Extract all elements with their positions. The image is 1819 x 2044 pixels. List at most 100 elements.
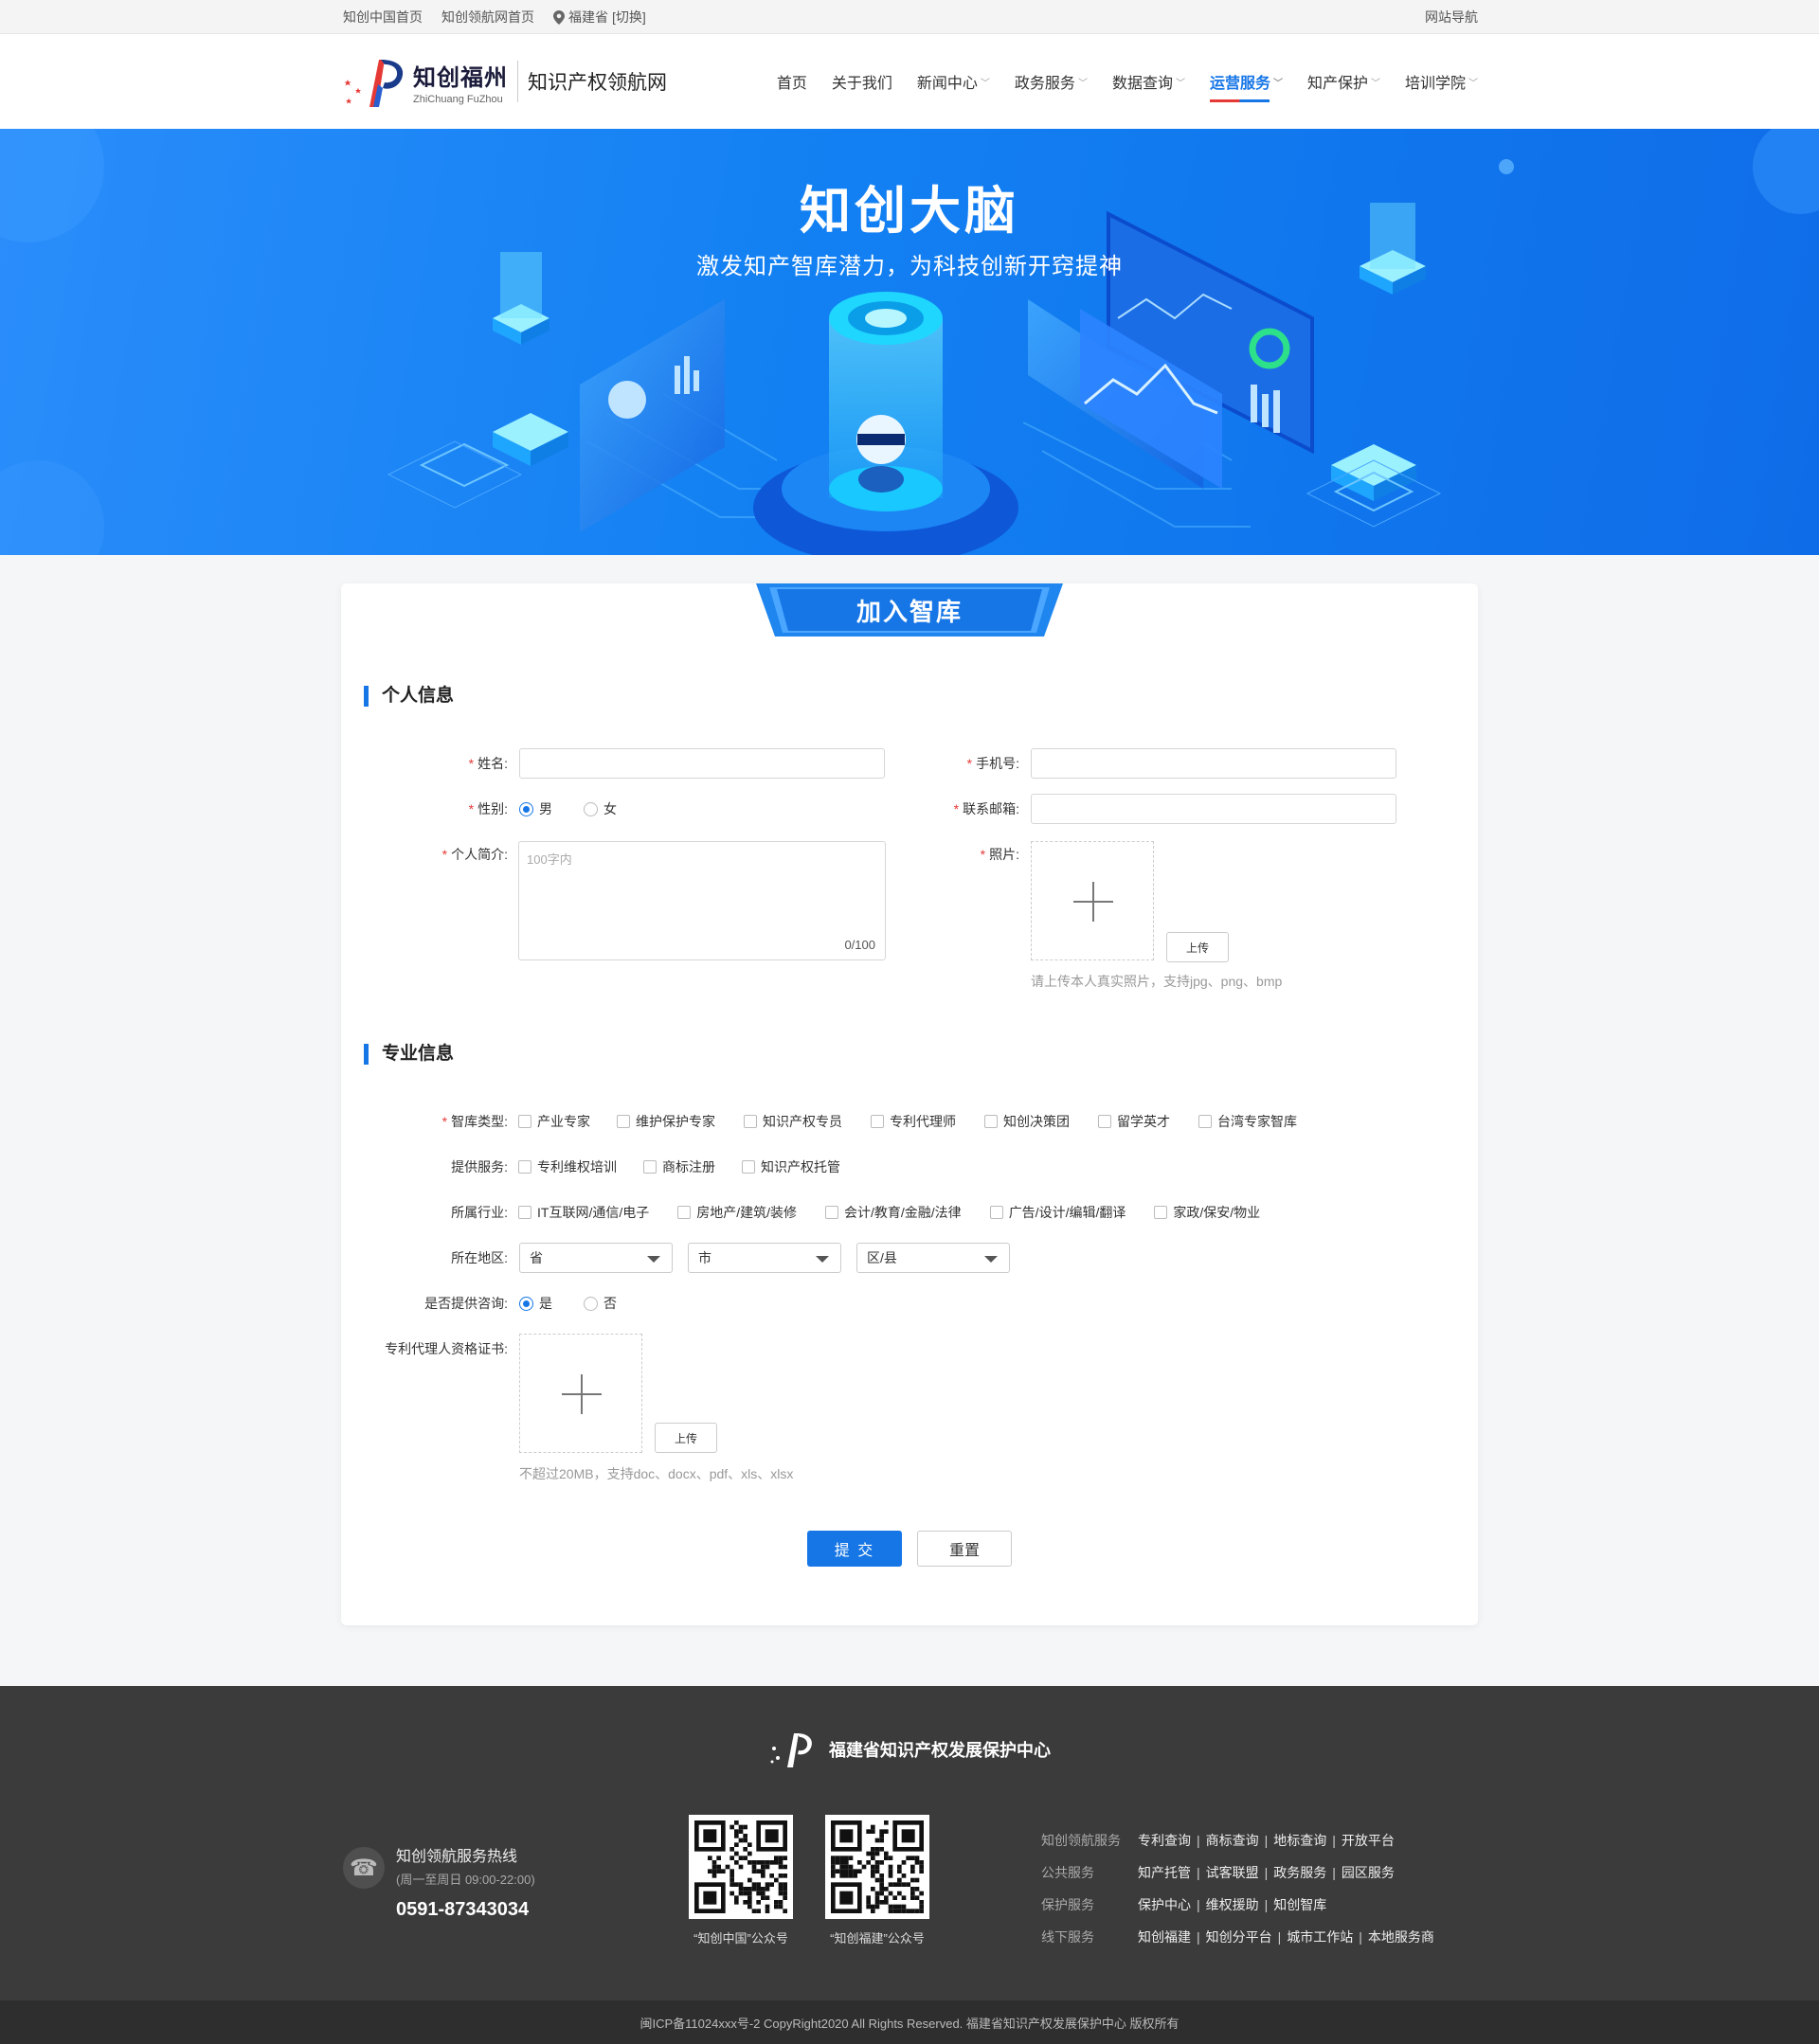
footer-link[interactable]: 开放平台: [1342, 1831, 1395, 1850]
service-option[interactable]: 商标注册: [643, 1157, 715, 1176]
footer-brand-name: 福建省知识产权发展保护中心: [829, 1741, 1051, 1760]
consult-yes-radio[interactable]: 是: [519, 1294, 552, 1313]
option-label: 会计/教育/金融/法律: [844, 1205, 962, 1220]
footer-link-category: 保护服务: [1041, 1897, 1094, 1912]
industry-option[interactable]: 广告/设计/编辑/翻译: [989, 1203, 1126, 1222]
consult-yes-label: 是: [539, 1296, 552, 1311]
nav-label: 首页: [776, 76, 807, 92]
think-tank-option[interactable]: 专利代理师: [871, 1112, 956, 1131]
location-switch[interactable]: [切换]: [612, 8, 646, 27]
industry-option[interactable]: 家政/保安/物业: [1154, 1203, 1260, 1222]
required-mark: *: [441, 1114, 448, 1129]
think-tank-label-text: 智库类型:: [451, 1114, 508, 1129]
copyright-bar: 闽ICP备11024xxx号-2 CopyRight2020 All Right…: [0, 2000, 1819, 2044]
submit-button[interactable]: 提 交: [807, 1531, 902, 1567]
think-tank-option[interactable]: 维护保护专家: [617, 1112, 715, 1131]
site-navigation-link[interactable]: 网站导航: [1425, 8, 1478, 27]
county-select[interactable]: 区/县: [856, 1243, 1010, 1273]
think-tank-option[interactable]: 知创决策团: [984, 1112, 1070, 1131]
photo-upload-button[interactable]: 上传: [1166, 932, 1229, 962]
top-link-zhichuang-china[interactable]: 知创中国首页: [343, 8, 423, 27]
name-input[interactable]: [519, 748, 885, 779]
chevron-down-icon: ﹀: [1272, 78, 1283, 89]
think-tank-option[interactable]: 留学英才: [1098, 1112, 1170, 1131]
nav-item-news[interactable]: 新闻中心 ﹀: [917, 34, 990, 129]
intro-label: * 个人简介:: [341, 845, 508, 864]
footer-logo-icon: [770, 1733, 812, 1767]
industry-option[interactable]: IT互联网/通信/电子: [518, 1203, 649, 1222]
nav-label: 运营服务: [1209, 76, 1270, 92]
checkbox: [518, 1206, 531, 1219]
footer-link[interactable]: 知创智库: [1273, 1895, 1326, 1914]
footer-link[interactable]: 政务服务: [1273, 1863, 1326, 1882]
hotline-number: 0591-87343034: [396, 1899, 530, 1920]
site-name: 知识产权领航网: [528, 72, 667, 94]
nav-label: 数据查询: [1111, 76, 1173, 92]
intro-char-count: 0/100: [844, 938, 875, 952]
footer-link[interactable]: 知创分平台: [1206, 1927, 1272, 1946]
nav-item-home[interactable]: 首页: [777, 34, 807, 129]
service-option[interactable]: 知识产权托管: [742, 1157, 840, 1176]
nav-item-government[interactable]: 政务服务 ﹀: [1015, 34, 1088, 129]
qr-code-image: [689, 1815, 793, 1919]
photo-upload-box[interactable]: [1031, 841, 1154, 960]
cert-upload-button[interactable]: 上传: [655, 1423, 717, 1453]
separator: |: [1197, 1833, 1200, 1848]
nav-item-operations[interactable]: 运营服务 ﹀: [1209, 34, 1283, 129]
required-mark: *: [966, 756, 973, 771]
logo-mark-icon: [344, 60, 404, 107]
consult-label: 是否提供咨询:: [424, 1296, 508, 1311]
consult-no-radio[interactable]: 否: [584, 1294, 617, 1313]
footer-link[interactable]: 试客联盟: [1206, 1863, 1259, 1882]
nav-item-about[interactable]: 关于我们: [832, 34, 892, 129]
footer-link[interactable]: 维权援助: [1206, 1895, 1259, 1914]
footer-link[interactable]: 城市工作站: [1287, 1927, 1353, 1946]
section-title-professional: 专业信息: [364, 1044, 454, 1065]
gender-female-radio[interactable]: 女: [584, 799, 617, 818]
gender-female-label: 女: [603, 801, 617, 816]
separator: |: [1197, 1929, 1200, 1945]
email-input[interactable]: [1031, 794, 1396, 824]
intro-textarea[interactable]: 100字内 0/100: [518, 841, 886, 960]
gender-male-radio[interactable]: 男: [519, 799, 552, 818]
industry-option[interactable]: 房地产/建筑/装修: [677, 1203, 797, 1222]
chevron-down-icon: ﹀: [1077, 78, 1088, 89]
nav-item-data-query[interactable]: 数据查询 ﹀: [1112, 34, 1185, 129]
cert-upload-box[interactable]: [519, 1334, 642, 1453]
location-switcher[interactable]: 福建省 [切换]: [553, 8, 646, 27]
intro-placeholder: 100字内: [527, 852, 572, 867]
think-tank-option[interactable]: 产业专家: [518, 1112, 590, 1131]
checkbox: [1154, 1206, 1168, 1219]
province-select[interactable]: 省: [519, 1243, 673, 1273]
footer-link[interactable]: 商标查询: [1206, 1831, 1259, 1850]
phone-input[interactable]: [1031, 748, 1396, 779]
option-label: 家政/保安/物业: [1173, 1205, 1261, 1220]
reset-button[interactable]: 重置: [917, 1531, 1012, 1567]
footer-link[interactable]: 地标查询: [1273, 1831, 1326, 1850]
city-select[interactable]: 市: [688, 1243, 841, 1273]
think-tank-option[interactable]: 台湾专家智库: [1198, 1112, 1297, 1131]
nav-item-ip-protection[interactable]: 知产保护 ﹀: [1307, 34, 1380, 129]
hotline-hours: (周一至周日 09:00-22:00): [396, 1873, 535, 1887]
required-mark: *: [953, 801, 960, 816]
option-label: 知创决策团: [1003, 1114, 1070, 1129]
logo[interactable]: 知创福州 ZhiChuang FuZhou 知识产权领航网: [341, 52, 667, 111]
think-tank-option[interactable]: 知识产权专员: [744, 1112, 842, 1131]
industry-option[interactable]: 会计/教育/金融/法律: [825, 1203, 962, 1222]
top-link-navigation-home[interactable]: 知创领航网首页: [441, 8, 534, 27]
footer-link[interactable]: 知产托管: [1138, 1863, 1191, 1882]
footer-link[interactable]: 本地服务商: [1368, 1927, 1434, 1946]
footer-link[interactable]: 保护中心: [1138, 1895, 1191, 1914]
nav-label: 关于我们: [831, 76, 892, 92]
email-label: * 联系邮箱:: [853, 799, 1019, 818]
logo-subtitle-en: ZhiChuang FuZhou: [413, 93, 503, 105]
footer-link[interactable]: 园区服务: [1342, 1863, 1395, 1882]
caret-down-icon: [816, 1256, 829, 1263]
nav-item-training[interactable]: 培训学院 ﹀: [1405, 34, 1478, 129]
footer-link[interactable]: 知创福建: [1138, 1927, 1191, 1946]
cert-label: 专利代理人资格证书:: [385, 1341, 508, 1356]
logo-divider: [517, 61, 518, 102]
footer-link[interactable]: 专利查询: [1138, 1831, 1191, 1850]
plus-icon-v: [581, 1374, 583, 1414]
service-option[interactable]: 专利维权培训: [518, 1157, 617, 1176]
